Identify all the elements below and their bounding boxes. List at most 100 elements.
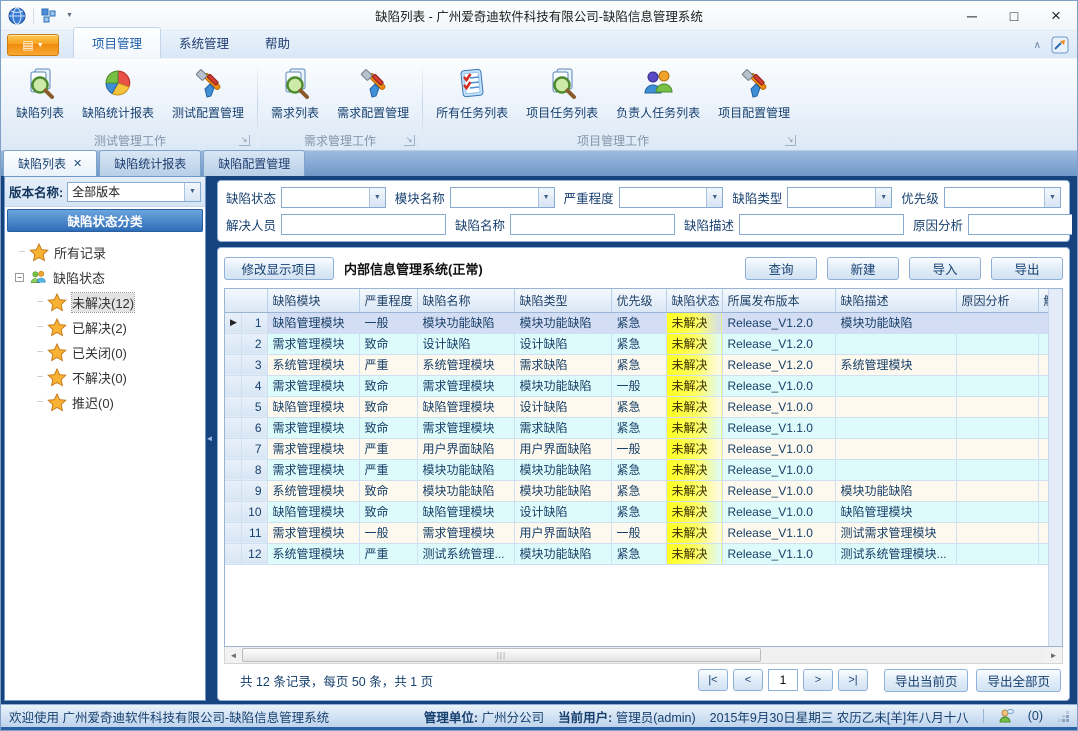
- cell-release[interactable]: Release_V1.0.0: [722, 459, 835, 480]
- cell-module[interactable]: 需求管理模块: [267, 438, 359, 459]
- cell-release[interactable]: Release_V1.1.0: [722, 543, 835, 564]
- cell-name[interactable]: 模块功能缺陷: [417, 459, 514, 480]
- cell-type[interactable]: 模块功能缺陷: [514, 375, 611, 396]
- cell-status[interactable]: 未解决: [666, 543, 722, 564]
- scroll-right-icon[interactable]: ►: [1045, 647, 1062, 663]
- cell-severity[interactable]: 致命: [359, 396, 417, 417]
- cell-name[interactable]: 测试系统管理...: [417, 543, 514, 564]
- column-header-所属发布版本[interactable]: 所属发布版本: [722, 289, 835, 312]
- cell-module[interactable]: 需求管理模块: [267, 333, 359, 354]
- filter-combobox-严重程度[interactable]: ▼: [619, 187, 724, 208]
- tree-item-已解决(2)[interactable]: ┄已解决(2): [15, 315, 205, 340]
- cell-status[interactable]: 未解决: [666, 459, 722, 480]
- table-row[interactable]: 7需求管理模块严重用户界面缺陷用户界面缺陷一般未解决Release_V1.0.0: [225, 438, 1048, 459]
- table-row[interactable]: 6需求管理模块致命需求管理模块需求缺陷紧急未解决Release_V1.1.0: [225, 417, 1048, 438]
- cell-status[interactable]: 未解决: [666, 522, 722, 543]
- cell-release[interactable]: Release_V1.0.0: [722, 396, 835, 417]
- chevron-down-icon[interactable]: ▼: [369, 188, 385, 207]
- cell-priority[interactable]: 一般: [611, 438, 666, 459]
- cell-analysis[interactable]: [956, 459, 1038, 480]
- cell-module[interactable]: 缺陷管理模块: [267, 396, 359, 417]
- horizontal-scrollbar[interactable]: ◄ ||| ►: [224, 647, 1063, 664]
- cell-status[interactable]: 未解决: [666, 480, 722, 501]
- cell-module[interactable]: 缺陷管理模块: [267, 312, 359, 333]
- column-header-缺陷名称[interactable]: 缺陷名称: [417, 289, 514, 312]
- cell-description[interactable]: 测试需求管理模块: [835, 522, 956, 543]
- cell-description[interactable]: [835, 417, 956, 438]
- cell-type[interactable]: 设计缺陷: [514, 501, 611, 522]
- table-row[interactable]: 4需求管理模块致命需求管理模块模块功能缺陷一般未解决Release_V1.0.0: [225, 375, 1048, 396]
- cell-module[interactable]: 系统管理模块: [267, 480, 359, 501]
- cell-severity[interactable]: 致命: [359, 333, 417, 354]
- cell-priority[interactable]: 一般: [611, 375, 666, 396]
- cell-solution[interactable]: [1038, 375, 1048, 396]
- cell-release[interactable]: Release_V1.2.0: [722, 312, 835, 333]
- scrollbar-thumb[interactable]: |||: [242, 648, 761, 662]
- cell-analysis[interactable]: [956, 438, 1038, 459]
- query-button[interactable]: 查询: [745, 257, 817, 280]
- cell-status[interactable]: 未解决: [666, 354, 722, 375]
- cell-severity[interactable]: 严重: [359, 438, 417, 459]
- ribbon-button-项目任务列表[interactable]: 项目任务列表: [519, 64, 605, 124]
- cell-release[interactable]: Release_V1.0.0: [722, 480, 835, 501]
- export-current-page-button[interactable]: 导出当前页: [884, 669, 969, 692]
- tree-item-缺陷状态[interactable]: −缺陷状态: [15, 265, 205, 290]
- cell-name[interactable]: 模块功能缺陷: [417, 480, 514, 501]
- cell-description[interactable]: [835, 333, 956, 354]
- close-button[interactable]: ×: [1035, 2, 1077, 30]
- chevron-down-icon[interactable]: ▼: [1044, 188, 1060, 207]
- cell-priority[interactable]: 紧急: [611, 312, 666, 333]
- cell-name[interactable]: 模块功能缺陷: [417, 312, 514, 333]
- close-tab-icon[interactable]: ✕: [73, 157, 82, 170]
- resize-grip-icon[interactable]: [1057, 710, 1069, 722]
- tree-expander-icon[interactable]: −: [15, 273, 24, 282]
- table-row[interactable]: ▶1缺陷管理模块一般模块功能缺陷模块功能缺陷紧急未解决Release_V1.2.…: [225, 312, 1048, 333]
- vertical-scrollbar[interactable]: [1048, 289, 1062, 646]
- scrollbar-track[interactable]: [761, 647, 1045, 663]
- next-page-button[interactable]: >: [803, 669, 833, 691]
- cell-description[interactable]: [835, 396, 956, 417]
- document-tab-缺陷配置管理[interactable]: 缺陷配置管理: [203, 150, 305, 176]
- tree-item-不解决(0)[interactable]: ┄不解决(0): [15, 365, 205, 390]
- import-button[interactable]: 导入: [909, 257, 981, 280]
- cell-priority[interactable]: 紧急: [611, 459, 666, 480]
- cell-release[interactable]: Release_V1.0.0: [722, 438, 835, 459]
- filter-input-缺陷描述[interactable]: [739, 214, 904, 235]
- document-tab-缺陷统计报表[interactable]: 缺陷统计报表: [99, 150, 201, 176]
- cell-release[interactable]: Release_V1.0.0: [722, 375, 835, 396]
- table-row[interactable]: 3系统管理模块严重系统管理模块需求缺陷紧急未解决Release_V1.2.0系统…: [225, 354, 1048, 375]
- filter-combobox-缺陷状态[interactable]: ▼: [281, 187, 386, 208]
- first-page-button[interactable]: |<: [698, 669, 728, 691]
- filter-input-原因分析[interactable]: [968, 214, 1072, 235]
- cell-severity[interactable]: 严重: [359, 459, 417, 480]
- cell-priority[interactable]: 一般: [611, 522, 666, 543]
- cell-solution[interactable]: [1038, 522, 1048, 543]
- cell-type[interactable]: 模块功能缺陷: [514, 459, 611, 480]
- table-row[interactable]: 2需求管理模块致命设计缺陷设计缺陷紧急未解决Release_V1.2.0: [225, 333, 1048, 354]
- cell-solution[interactable]: [1038, 480, 1048, 501]
- cell-description[interactable]: 测试系统管理模块...: [835, 543, 956, 564]
- filter-input-解决人员[interactable]: [281, 214, 446, 235]
- ribbon-button-需求列表[interactable]: 需求列表: [264, 64, 326, 124]
- cell-analysis[interactable]: [956, 375, 1038, 396]
- user-message-icon[interactable]: [998, 708, 1014, 724]
- cell-solution[interactable]: [1038, 543, 1048, 564]
- cell-type[interactable]: 用户界面缺陷: [514, 522, 611, 543]
- cell-description[interactable]: 模块功能缺陷: [835, 480, 956, 501]
- cell-type[interactable]: 设计缺陷: [514, 333, 611, 354]
- cell-description[interactable]: [835, 459, 956, 480]
- filter-combobox-缺陷类型[interactable]: ▼: [787, 187, 892, 208]
- cell-severity[interactable]: 致命: [359, 501, 417, 522]
- cell-release[interactable]: Release_V1.2.0: [722, 333, 835, 354]
- cell-release[interactable]: Release_V1.1.0: [722, 417, 835, 438]
- cell-solution[interactable]: [1038, 333, 1048, 354]
- table-row[interactable]: 11需求管理模块一般需求管理模块用户界面缺陷一般未解决Release_V1.1.…: [225, 522, 1048, 543]
- cell-type[interactable]: 模块功能缺陷: [514, 543, 611, 564]
- cell-severity[interactable]: 致命: [359, 417, 417, 438]
- dialog-launcher-icon[interactable]: ↘: [404, 135, 415, 146]
- version-combobox[interactable]: 全部版本 ▼: [67, 182, 201, 202]
- page-number-input[interactable]: [768, 669, 798, 691]
- cell-type[interactable]: 需求缺陷: [514, 417, 611, 438]
- table-row[interactable]: 9系统管理模块致命模块功能缺陷模块功能缺陷紧急未解决Release_V1.0.0…: [225, 480, 1048, 501]
- cell-severity[interactable]: 严重: [359, 543, 417, 564]
